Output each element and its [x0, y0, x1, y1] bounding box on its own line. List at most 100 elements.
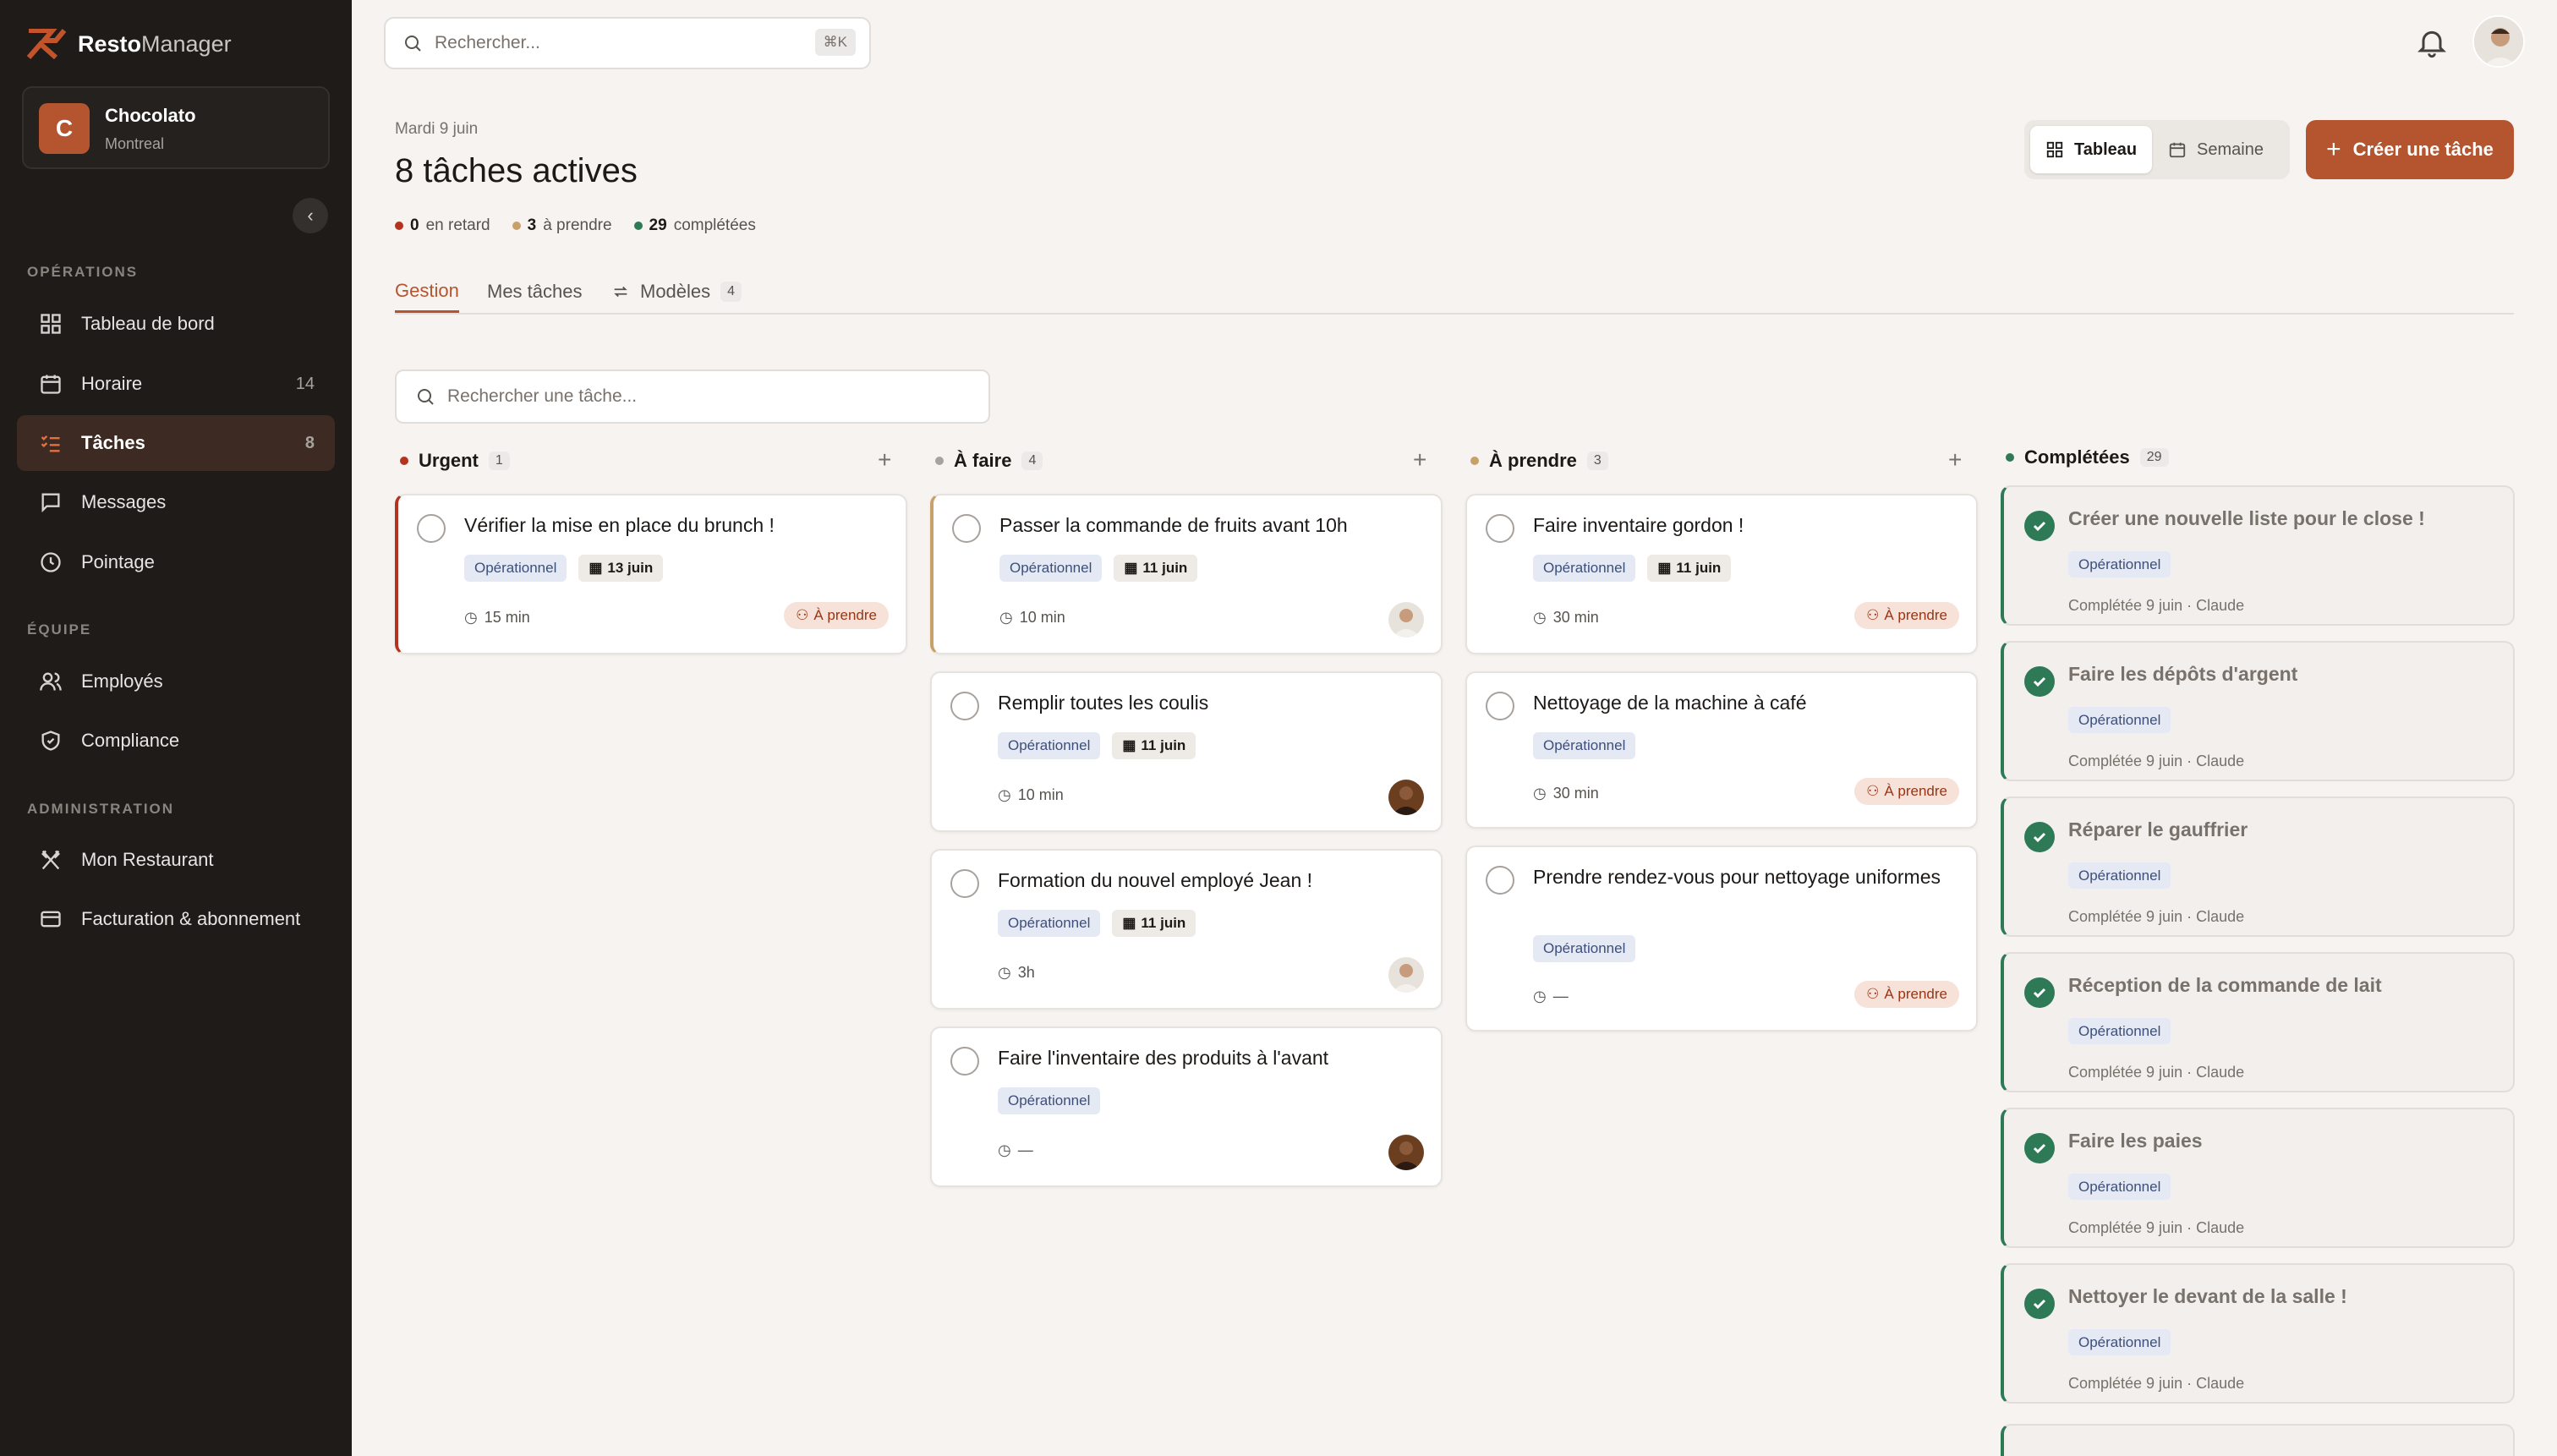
restaurant-switcher[interactable]: C Chocolato Montreal [22, 86, 330, 169]
complete-checkbox[interactable] [950, 869, 979, 898]
completed-task-card[interactable]: Faire les paies Opérationnel Complétée 9… [2001, 1108, 2515, 1248]
sidebar-item-count: 8 [304, 433, 315, 452]
completed-task-card[interactable]: Réparer le gauffrier Opérationnel Complé… [2001, 796, 2515, 937]
complete-checkbox[interactable] [1486, 514, 1514, 543]
take-task-button[interactable]: ⚇ À prendre [1854, 778, 1959, 805]
task-title: Vérifier la mise en place du brunch ! [464, 514, 775, 536]
add-task-todo-button[interactable]: + [1413, 446, 1426, 473]
plus-icon: + [1413, 446, 1427, 473]
sidebar-item-messages[interactable]: Messages [17, 474, 335, 530]
tab-gestion[interactable]: Gestion [395, 271, 459, 313]
task-card[interactable]: Remplir toutes les coulis Opérationnel ▦… [930, 671, 1443, 832]
calendar-icon [2169, 142, 2186, 158]
task-duration: ◷ — [998, 1141, 1033, 1159]
due-date-tag: ▦ 11 juin [1112, 910, 1196, 937]
completed-task-card[interactable]: Nettoyer le devant de la salle ! Opérati… [2001, 1263, 2515, 1404]
sidebar-item-employees[interactable]: Employés [17, 654, 335, 709]
task-card[interactable]: Nettoyage de la machine à café Opération… [1465, 671, 1978, 829]
clock-icon: ◷ [464, 609, 478, 626]
clock-icon: ◷ [998, 1141, 1011, 1158]
bell-icon[interactable] [2415, 25, 2449, 59]
column-title: Urgent [419, 450, 479, 471]
collapse-sidebar-button[interactable]: ‹ [293, 198, 328, 233]
task-duration: ◷ 10 min [999, 609, 1065, 627]
completed-task-card[interactable]: Faire les dépôts d'argent Opérationnel C… [2001, 641, 2515, 781]
assignee-avatar[interactable] [1388, 602, 1424, 638]
view-week-button[interactable]: Semaine [2153, 126, 2279, 173]
check-icon[interactable] [2024, 822, 2055, 852]
sidebar-item-tasks[interactable]: Tâches 8 [17, 415, 335, 471]
completed-task-card[interactable]: Créer une nouvelle liste pour le close !… [2001, 485, 2515, 626]
page-title: 8 tâches actives [395, 152, 638, 189]
sidebar-item-my-restaurant[interactable]: Mon Restaurant [17, 832, 335, 888]
complete-checkbox[interactable] [950, 1047, 979, 1076]
task-title: Faire les paies [2068, 1130, 2203, 1152]
check-icon[interactable] [2024, 1289, 2055, 1319]
task-search-input[interactable]: Rechercher une tâche... [395, 369, 990, 424]
complete-checkbox[interactable] [1486, 692, 1514, 720]
user-plus-icon: ⚇ [1866, 783, 1880, 799]
assignee-avatar[interactable] [1388, 957, 1424, 993]
completed-task-card[interactable]: Réception de la commande de lait Opérati… [2001, 952, 2515, 1092]
category-tag: Opérationnel [2068, 1018, 2171, 1044]
task-card[interactable]: Prendre rendez-vous pour nettoyage unifo… [1465, 846, 1978, 1032]
take-task-label: À prendre [1884, 607, 1947, 623]
column-dot [935, 457, 944, 465]
clock-icon: ◷ [1533, 785, 1547, 802]
task-card[interactable]: Passer la commande de fruits avant 10h O… [930, 494, 1443, 654]
task-card[interactable]: Faire inventaire gordon ! Opérationnel ▦… [1465, 494, 1978, 654]
global-search-input[interactable]: Rechercher... ⌘K [384, 17, 871, 69]
task-card[interactable]: Faire l'inventaire des produits à l'avan… [930, 1026, 1443, 1187]
tab-templates[interactable]: Modèles 4 [611, 271, 742, 313]
restaurant-avatar: C [39, 103, 90, 154]
sidebar-item-dashboard[interactable]: Tableau de bord [17, 296, 335, 352]
view-board-button[interactable]: Tableau [2030, 126, 2153, 173]
take-task-button[interactable]: ⚇ À prendre [1854, 981, 1959, 1008]
column-header-completed: Complétées 29 [2006, 443, 2169, 472]
sidebar-item-compliance[interactable]: Compliance [17, 713, 335, 769]
take-task-button[interactable]: ⚇ À prendre [784, 602, 889, 629]
check-icon[interactable] [2024, 977, 2055, 1008]
create-task-button[interactable]: + Créer une tâche [2306, 120, 2514, 179]
sidebar-item-schedule[interactable]: Horaire 14 [17, 356, 335, 412]
duration-value: 30 min [1552, 785, 1599, 802]
assignee-avatar[interactable] [1388, 1135, 1424, 1170]
take-task-button[interactable]: ⚇ À prendre [1854, 602, 1959, 629]
brand-logo[interactable]: Resto Manager [27, 29, 232, 59]
sidebar-item-timeclock[interactable]: Pointage [17, 534, 335, 590]
assignee-avatar[interactable] [1388, 780, 1424, 815]
plus-icon: + [878, 446, 892, 473]
stat-label: complétées [673, 216, 756, 234]
completed-task-card[interactable] [2001, 1424, 2515, 1456]
check-icon[interactable] [2024, 666, 2055, 697]
stat-dot [633, 222, 643, 230]
task-duration: ◷ 3h [998, 964, 1035, 982]
take-task-label: À prendre [813, 607, 877, 623]
message-icon [41, 493, 60, 513]
due-date-tag: ▦ 11 juin [1647, 555, 1732, 582]
complete-checkbox[interactable] [417, 514, 446, 543]
due-date: 11 juin [1676, 560, 1722, 576]
stat-value: 0 [410, 216, 419, 234]
add-task-urgent-button[interactable]: + [878, 446, 891, 473]
tab-my-tasks[interactable]: Mes tâches [487, 271, 583, 313]
check-icon[interactable] [2024, 511, 2055, 541]
complete-checkbox[interactable] [950, 692, 979, 720]
task-duration: ◷ 10 min [998, 786, 1064, 804]
complete-checkbox[interactable] [1486, 866, 1514, 895]
task-stats: 0 en retard 3 à prendre 29 complétées [395, 216, 756, 235]
take-task-label: À prendre [1884, 986, 1947, 1002]
task-card[interactable]: Vérifier la mise en place du brunch ! Op… [395, 494, 907, 654]
user-avatar[interactable] [2472, 15, 2525, 68]
completion-info: Complétée 9 juin · Claude [2068, 1064, 2245, 1081]
sidebar-item-billing[interactable]: Facturation & abonnement [17, 891, 335, 947]
sidebar-item-label: Mon Restaurant [81, 849, 214, 870]
check-icon[interactable] [2024, 1133, 2055, 1163]
task-tags: Opérationnel [998, 1087, 1101, 1114]
add-task-to-take-button[interactable]: + [1948, 446, 1962, 473]
calendar-icon [41, 375, 61, 394]
complete-checkbox[interactable] [952, 514, 981, 543]
sidebar-item-label: Facturation & abonnement [81, 908, 301, 929]
column-count: 1 [488, 452, 510, 470]
task-card[interactable]: Formation du nouvel employé Jean ! Opéra… [930, 849, 1443, 1010]
